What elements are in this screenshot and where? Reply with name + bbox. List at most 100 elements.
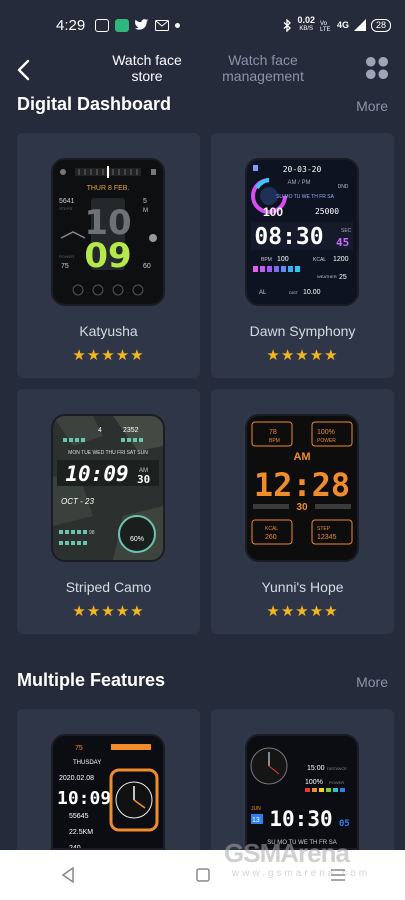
volte-icon: VoLTE bbox=[320, 21, 331, 32]
katyusha-val2: 5 bbox=[143, 198, 147, 205]
dawn-sec: 45 bbox=[336, 236, 349, 249]
multi2-sec: 05 bbox=[339, 819, 350, 829]
dawn-dist: 10.00 bbox=[303, 289, 321, 296]
katyusha-steps-label: STEPS bbox=[59, 206, 72, 211]
yunni-time: 12:28 bbox=[254, 466, 350, 504]
section-title-multiple-features: Multiple Features bbox=[17, 670, 166, 690]
yunni-face-graphic: 78 BPM 100% POWER AM 12:28 30 KCAL 260 S… bbox=[251, 421, 353, 545]
yunni-power-label: POWER bbox=[317, 438, 336, 444]
network-type: 4G bbox=[336, 20, 349, 30]
more-link-multiple-features[interactable]: More bbox=[356, 674, 388, 690]
nav-home-button[interactable] bbox=[185, 860, 221, 890]
yunni-step-label: STEP bbox=[317, 526, 331, 532]
card-name: Dawn Symphony bbox=[249, 323, 356, 339]
nav-header: Watch face store Watch face management bbox=[0, 50, 405, 94]
katyusha-steps: 5641 bbox=[59, 198, 75, 205]
dawn-bpm-label: BPM bbox=[261, 257, 272, 263]
watch-face-preview: 75 THUSDAY 2020.02.08 10:09 55645 22.5KM… bbox=[51, 734, 165, 850]
camo-hr: 98 bbox=[89, 530, 95, 536]
multi2-month: JUN bbox=[251, 806, 261, 812]
gmail-icon bbox=[155, 19, 170, 31]
multi2-face-graphic: 15:00 DISTANCE 100% POWER JUN 13 10:30 0… bbox=[250, 747, 350, 846]
dawn-weather: 25 bbox=[339, 274, 347, 281]
card-name: Yunni's Hope bbox=[261, 579, 344, 595]
camo-top-left: 4 bbox=[98, 427, 102, 434]
watch-face-card-yunnis-hope[interactable]: 78 BPM 100% POWER AM 12:28 30 KCAL 260 S… bbox=[211, 389, 394, 634]
yunni-sec: 30 bbox=[296, 502, 308, 513]
multi2-power: 100% bbox=[305, 779, 323, 786]
multi1-date: 2020.02.08 bbox=[59, 775, 94, 782]
status-bar: 4:29 0.02 KB/S Vo LTE 4G 28 bbox=[0, 0, 405, 50]
dawn-bpm: 100 bbox=[277, 256, 289, 263]
dawn-kcal: 1200 bbox=[333, 256, 349, 263]
card-name: Striped Camo bbox=[65, 579, 152, 595]
dawn-ampm: AM / PM bbox=[287, 180, 310, 186]
rating-stars: ★★★★★ bbox=[266, 603, 339, 620]
yunni-kcal: 260 bbox=[265, 534, 277, 541]
back-arrow-icon[interactable] bbox=[14, 58, 34, 82]
multi2-val1-label: DISTANCE bbox=[327, 766, 347, 771]
dawn-weather-label: WEATHER bbox=[317, 274, 337, 279]
rating-stars: ★★★★★ bbox=[72, 347, 145, 364]
tab-watch-face-management[interactable]: Watch face management bbox=[218, 52, 308, 84]
katyusha-power: 75 bbox=[61, 263, 69, 270]
battery-indicator: 28 bbox=[370, 18, 391, 32]
yunni-hr: 78 bbox=[269, 429, 277, 436]
camo-sec: 30 bbox=[137, 473, 150, 486]
multi2-power-label: POWER bbox=[329, 780, 344, 785]
watch-face-preview: THUR 8 FEB. 10 09 5641 STEPS 5 M POWER 7… bbox=[51, 158, 165, 306]
rating-stars: ★★★★★ bbox=[266, 347, 339, 364]
yunni-hr-label: BPM bbox=[269, 438, 280, 444]
bluetooth-icon bbox=[283, 18, 292, 32]
camo-face-graphic: 4 2352 MON TUE WED THU FRI SAT SUN 10:09… bbox=[53, 416, 163, 560]
nav-back-button[interactable] bbox=[50, 860, 86, 890]
katyusha-val2-label: M bbox=[143, 208, 148, 214]
dawn-kcal-label: KCAL bbox=[313, 257, 326, 263]
dawn-time: 08:30 bbox=[254, 224, 323, 250]
katyusha-minute: 09 bbox=[84, 236, 131, 276]
watermark-logo: GSMArena bbox=[224, 838, 350, 868]
card-name: Katyusha bbox=[79, 323, 138, 339]
dawn-face-graphic: 20-03-20 AM / PM DND SU MO TU WE TH FR S… bbox=[251, 165, 353, 296]
multi1-battery: 75 bbox=[75, 745, 83, 752]
watch-face-preview: 20-03-20 AM / PM DND SU MO TU WE TH FR S… bbox=[245, 158, 359, 306]
watch-face-preview: 78 BPM 100% POWER AM 12:28 30 KCAL 260 S… bbox=[245, 414, 359, 562]
watermark-url: www.gsmarena.com bbox=[232, 868, 371, 879]
multi1-day: THUSDAY bbox=[73, 760, 101, 766]
dawn-date: 20-03-20 bbox=[283, 165, 322, 174]
speed-value: 0.02 bbox=[297, 15, 315, 25]
messaging-icon bbox=[115, 18, 130, 32]
camo-top-right: 2352 bbox=[123, 427, 139, 434]
watch-face-card-katyusha[interactable]: THUR 8 FEB. 10 09 5641 STEPS 5 M POWER 7… bbox=[17, 133, 200, 378]
dawn-al: AL bbox=[259, 290, 267, 296]
dawn-sec-label: SEC bbox=[341, 228, 352, 234]
signal-icon bbox=[353, 19, 366, 31]
watch-face-card-multi-1[interactable]: 75 THUSDAY 2020.02.08 10:09 55645 22.5KM… bbox=[17, 709, 200, 850]
yunni-step: 12345 bbox=[317, 534, 337, 541]
dawn-steps: 25000 bbox=[315, 207, 339, 216]
katyusha-power-label: POWER bbox=[59, 254, 74, 259]
network-speed: 0.02 KB/S bbox=[297, 16, 315, 34]
katyusha-date: THUR 8 FEB. bbox=[87, 185, 130, 192]
yunni-kcal-label: KCAL bbox=[265, 526, 278, 532]
section-title-digital-dashboard: Digital Dashboard bbox=[17, 94, 172, 114]
dawn-battery: 100 bbox=[263, 205, 283, 219]
yunni-ampm: AM bbox=[293, 451, 310, 463]
status-time: 4:29 bbox=[56, 16, 86, 34]
dawn-dnd: DND bbox=[338, 184, 349, 190]
watch-face-preview: 4 2352 MON TUE WED THU FRI SAT SUN 10:09… bbox=[51, 414, 165, 562]
twitter-icon bbox=[135, 19, 149, 30]
speed-unit: KB/S bbox=[299, 26, 314, 32]
status-right: 0.02 KB/S Vo LTE 4G 28 bbox=[283, 16, 391, 34]
more-link-digital-dashboard[interactable]: More bbox=[356, 98, 388, 114]
tab-watch-face-store[interactable]: Watch face store bbox=[108, 52, 186, 84]
watch-face-card-multi-2[interactable]: 15:00 DISTANCE 100% POWER JUN 13 10:30 0… bbox=[211, 709, 394, 850]
multi2-time: 10:30 bbox=[269, 807, 332, 831]
grid-menu-icon[interactable] bbox=[365, 56, 389, 80]
watch-face-card-striped-camo[interactable]: 4 2352 MON TUE WED THU FRI SAT SUN 10:09… bbox=[17, 389, 200, 634]
watch-face-preview: 15:00 DISTANCE 100% POWER JUN 13 10:30 0… bbox=[245, 734, 359, 850]
notification-icons bbox=[95, 18, 181, 32]
square-home-icon bbox=[195, 868, 210, 882]
multi2-val1: 15:00 bbox=[307, 765, 325, 772]
watch-face-card-dawn-symphony[interactable]: 20-03-20 AM / PM DND SU MO TU WE TH FR S… bbox=[211, 133, 394, 378]
